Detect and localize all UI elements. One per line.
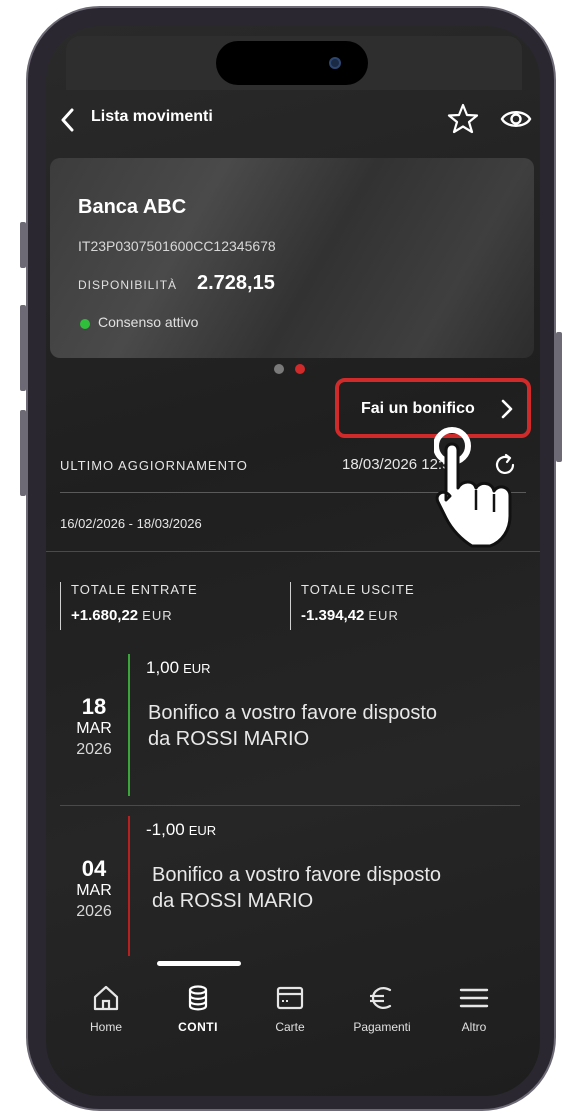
euro-icon [370,987,392,1009]
debit-indicator [128,816,130,956]
database-icon [188,985,208,1011]
power-button [556,332,562,462]
tab-carte[interactable]: Carte [245,984,335,1034]
credit-indicator [128,654,130,796]
chevron-left-icon[interactable] [56,106,82,134]
tab-label: Altro [461,1020,487,1034]
tab-home[interactable]: Home [61,984,151,1034]
transaction-day: 04 [81,856,107,881]
transaction-description: Bonifico a vostro favore disposto da ROS… [152,864,442,912]
tab-label: CONTI [178,1020,218,1034]
consent-status: Consenso attivo [98,314,199,330]
total-income-label: TOTALE ENTRATE [71,582,198,597]
camera-icon [329,57,341,69]
volume-up-button [20,305,26,391]
divider [60,805,520,806]
transaction-year: 2026 [76,741,112,758]
app-screen: Lista movimenti Banca ABC IT23P030750160… [46,26,540,1096]
transaction-year: 2026 [76,903,112,920]
total-expenses: TOTALE USCITE -1.394,42 EUR [290,582,490,630]
tap-hand-icon [434,427,512,548]
transaction-month: MAR [76,720,112,737]
total-expenses-value: -1.394,42 EUR [301,607,399,624]
total-income-value: +1.680,22 EUR [71,607,173,624]
account-card[interactable]: Banca ABC IT23P0307501600CC12345678 DISP… [50,158,534,358]
tab-conti[interactable]: CONTI [153,984,243,1034]
transaction-description: Bonifico a vostro favore disposto da ROS… [148,702,438,750]
bank-name: Banca ABC [78,196,187,218]
menu-icon [459,988,489,1008]
tab-altro[interactable]: Altro [429,984,519,1034]
iban: IT23P0307501600CC12345678 [78,238,276,254]
bonifico-label: Fai un bonifico [361,400,475,417]
total-income: TOTALE ENTRATE +1.680,22 EUR [60,582,260,630]
chevron-right-icon [501,399,513,419]
top-bar: Lista movimenti [46,98,540,142]
pager-dot-1[interactable] [274,364,284,374]
pager-dot-2[interactable] [295,364,305,374]
availability-label: DISPONIBILITÀ [78,278,178,292]
total-expenses-label: TOTALE USCITE [301,582,415,597]
eye-icon[interactable] [499,104,533,134]
transaction-item[interactable]: 18 MAR 2026 1,00 EUR Bonifico a vostro fa… [60,652,526,797]
volume-down-button [20,410,26,496]
bottom-tab-bar: Home CONTI Carte Pagamenti Altro [46,976,540,1046]
page-title: Lista movimenti [91,108,213,125]
availability-value: 2.728,15 [197,272,275,294]
transaction-amount: -1,00 EUR [146,820,217,839]
dynamic-island [216,41,368,85]
date-range[interactable]: 16/02/2026 - 18/03/2026 [60,516,202,531]
consent-status-dot [80,319,90,329]
tab-label: Pagamenti [353,1020,411,1034]
star-icon[interactable] [446,102,480,136]
last-update-label: ULTIMO AGGIORNAMENTO [60,458,248,473]
transaction-day: 18 [81,694,107,719]
transaction-month: MAR [76,882,112,899]
tab-label: Carte [275,1020,305,1034]
home-icon [93,985,119,1011]
tab-pagamenti[interactable]: Pagamenti [337,984,427,1034]
transaction-amount: 1,00 EUR [146,658,211,677]
card-icon [276,986,304,1010]
transaction-item[interactable]: 04 MAR 2026 -1,00 EUR Bonifico a vostro f… [60,814,526,964]
tab-label: Home [89,1020,122,1034]
tab-indicator [157,961,241,966]
mute-switch [20,222,26,268]
